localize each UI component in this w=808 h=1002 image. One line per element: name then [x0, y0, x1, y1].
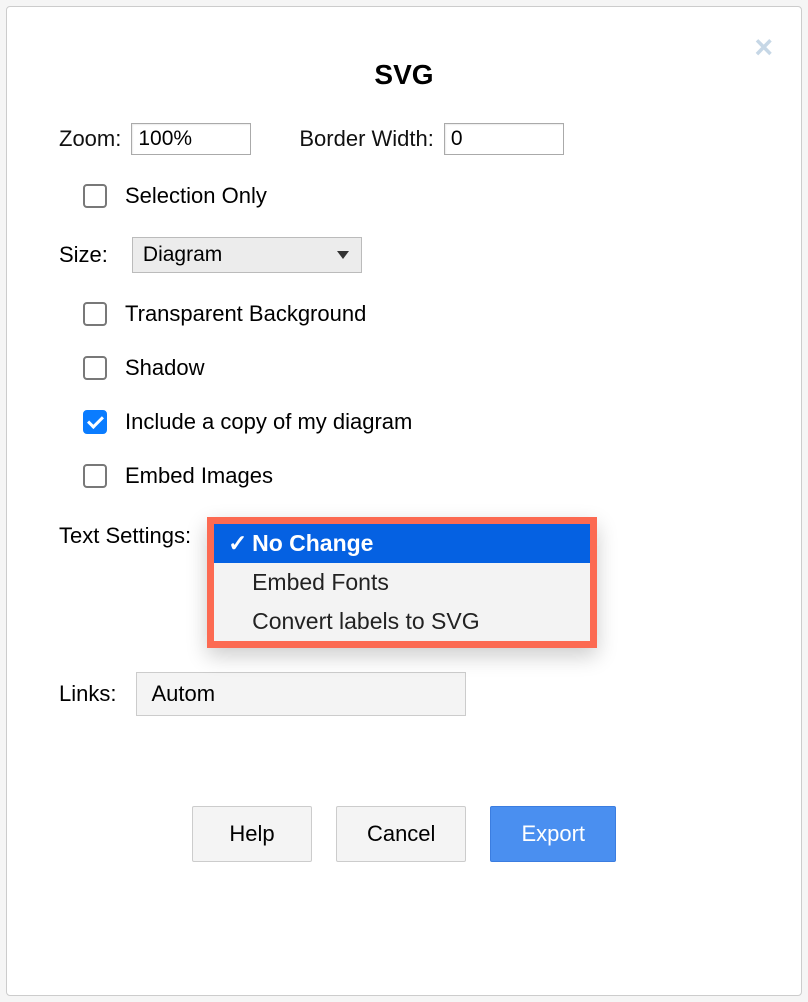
export-svg-dialog: × SVG Zoom: Border Width: Selection Only… [6, 6, 802, 996]
transparent-background-label: Transparent Background [125, 301, 366, 327]
help-button[interactable]: Help [192, 806, 312, 862]
links-select[interactable]: Autom [136, 672, 466, 716]
text-settings-label: Text Settings: [59, 523, 191, 549]
zoom-group: Zoom: [59, 123, 251, 155]
size-select-wrapper: Diagram [132, 237, 362, 273]
dialog-button-row: Help Cancel Export [59, 806, 749, 862]
size-row: Size: Diagram [59, 237, 749, 273]
transparent-background-row: Transparent Background [59, 301, 749, 327]
zoom-label: Zoom: [59, 126, 121, 152]
embed-images-row: Embed Images [59, 463, 749, 489]
links-label: Links: [59, 681, 116, 707]
embed-images-label: Embed Images [125, 463, 273, 489]
text-settings-dropdown: No Change Embed Fonts Convert labels to … [207, 517, 597, 648]
zoom-input[interactable] [131, 123, 251, 155]
border-width-input[interactable] [444, 123, 564, 155]
text-settings-row: Text Settings: No Change Embed Fonts Con… [59, 517, 749, 648]
include-copy-checkbox[interactable] [83, 410, 107, 434]
export-button[interactable]: Export [490, 806, 616, 862]
chevron-down-icon [337, 251, 349, 259]
option-label: Convert labels to SVG [252, 608, 480, 635]
size-label: Size: [59, 242, 108, 268]
text-settings-option-convert-labels[interactable]: Convert labels to SVG [214, 602, 590, 641]
text-settings-option-embed-fonts[interactable]: Embed Fonts [214, 563, 590, 602]
text-settings-option-no-change[interactable]: No Change [214, 524, 590, 563]
text-settings-dropdown-container: No Change Embed Fonts Convert labels to … [207, 517, 597, 648]
option-label: Embed Fonts [252, 569, 389, 596]
check-icon [228, 530, 252, 557]
selection-only-label: Selection Only [125, 183, 267, 209]
links-row: Links: Autom [59, 672, 749, 716]
border-width-label: Border Width: [299, 126, 434, 152]
border-group: Border Width: [299, 123, 564, 155]
size-select[interactable]: Diagram [132, 237, 362, 273]
option-label: No Change [252, 530, 373, 557]
shadow-row: Shadow [59, 355, 749, 381]
include-copy-row: Include a copy of my diagram [59, 409, 749, 435]
selection-only-checkbox[interactable] [83, 184, 107, 208]
cancel-button[interactable]: Cancel [336, 806, 466, 862]
dialog-title: SVG [59, 59, 749, 91]
shadow-checkbox[interactable] [83, 356, 107, 380]
embed-images-checkbox[interactable] [83, 464, 107, 488]
include-copy-label: Include a copy of my diagram [125, 409, 412, 435]
zoom-border-row: Zoom: Border Width: [59, 123, 749, 155]
transparent-background-checkbox[interactable] [83, 302, 107, 326]
links-select-value: Autom [151, 681, 215, 707]
selection-only-row: Selection Only [59, 183, 749, 209]
shadow-label: Shadow [125, 355, 205, 381]
close-icon[interactable]: × [754, 31, 773, 63]
size-select-value: Diagram [143, 243, 222, 267]
